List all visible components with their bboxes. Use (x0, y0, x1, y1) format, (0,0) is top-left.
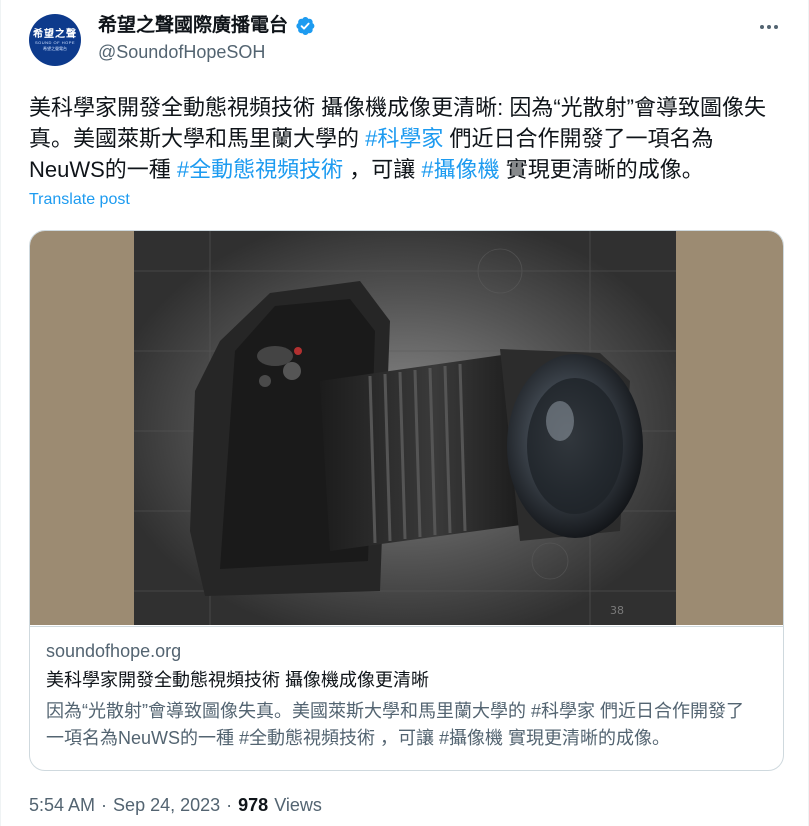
card-description: 因為“光散射”會導致圖像失真。美國萊斯大學和馬里蘭大學的 #科學家 們近日合作開… (46, 701, 744, 748)
card-meta: soundofhope.org 美科學家開發全動態視頻技術 攝像機成像更清晰 因… (30, 626, 783, 770)
tweet-text: 美科學家開發全動態視頻技術 攝像機成像更清晰: 因為“光散射”會導致圖像失真。美… (29, 92, 779, 185)
hashtag-link[interactable]: #科學家 (365, 126, 443, 151)
tweet-text-part: 實現更清晰的成像。 (499, 157, 704, 182)
avatar-logo-text: 希望之聲 (33, 28, 77, 40)
more-dot-icon (760, 25, 764, 29)
tweet-meta: 5:54 AM · Sep 24, 2023 · 978 Views (29, 793, 322, 817)
display-name[interactable]: 希望之聲國際廣播電台 (98, 14, 288, 38)
hashtag-link[interactable]: #攝像機 (421, 157, 499, 182)
link-card[interactable]: 38 soundofhope.org 美科學家開發全動態視頻技術 攝像機成像更清… (29, 230, 784, 771)
meta-separator: · (101, 795, 108, 815)
card-title[interactable]: 美科學家開發全動態視頻技術 攝像機成像更清晰 (46, 668, 429, 692)
card-image[interactable]: 38 (30, 231, 783, 625)
more-dot-icon (774, 25, 778, 29)
more-options-button[interactable] (758, 16, 780, 38)
camera-illustration: 38 (134, 231, 676, 625)
post-time[interactable]: 5:54 AM (29, 793, 95, 817)
post-date[interactable]: Sep 24, 2023 (113, 793, 220, 817)
meta-separator: · (226, 795, 233, 815)
hashtag-link[interactable]: #全動態視頻技術 (177, 157, 343, 182)
name-row: 希望之聲國際廣播電台 (98, 14, 316, 38)
card-domain: soundofhope.org (46, 641, 182, 661)
more-dot-icon (767, 25, 771, 29)
views-count[interactable]: 978 (238, 793, 268, 817)
user-handle[interactable]: @SoundofHopeSOH (98, 40, 265, 64)
avatar-logo-sub-cn: 希望之聲電台 (43, 45, 67, 51)
tweet: 希望之聲 SOUND OF HOPE 希望之聲電台 希望之聲國際廣播電台 @So… (0, 0, 809, 826)
tweet-text-part: ，可讓 (343, 157, 422, 182)
card-image-mark: 38 (610, 604, 624, 617)
avatar[interactable]: 希望之聲 SOUND OF HOPE 希望之聲電台 (29, 14, 81, 66)
translate-post-link[interactable]: Translate post (29, 191, 130, 209)
views-label: Views (274, 795, 322, 815)
verified-badge-icon[interactable] (294, 15, 316, 37)
